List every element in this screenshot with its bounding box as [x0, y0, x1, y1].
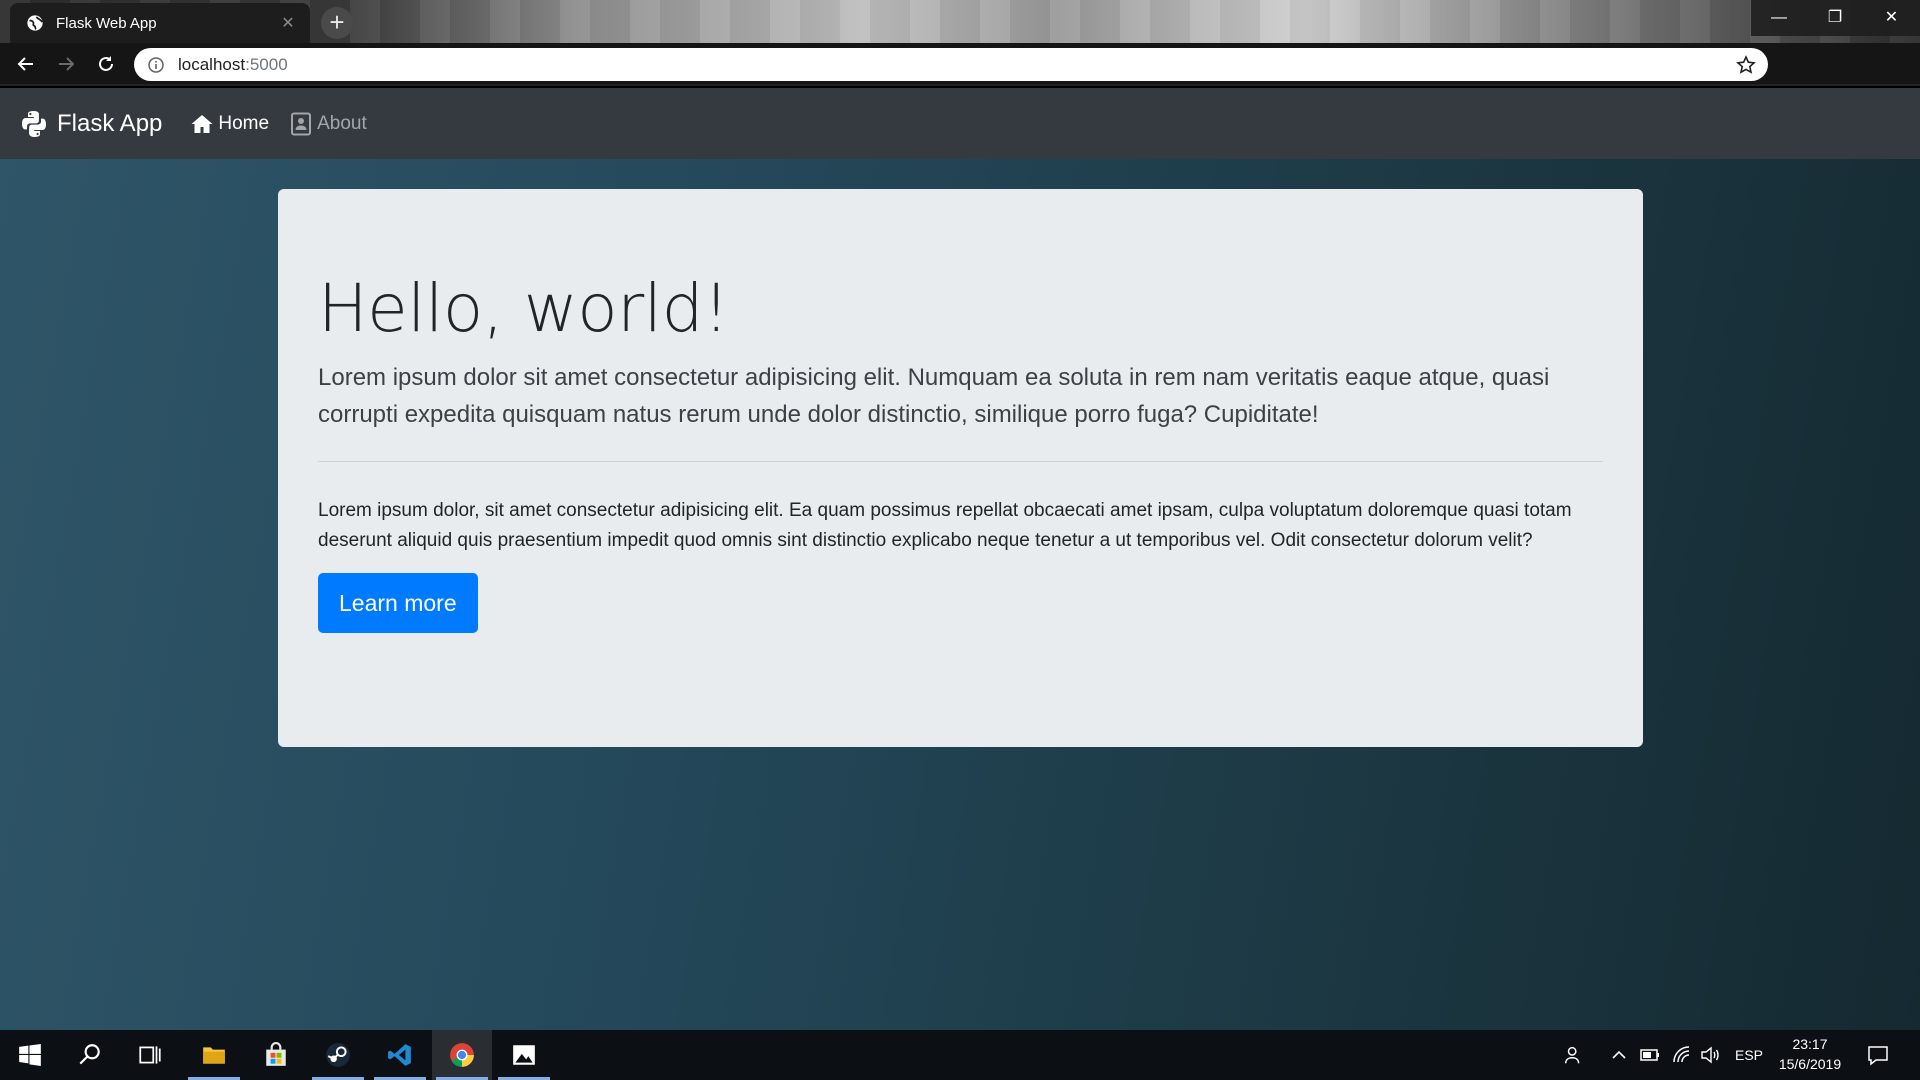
- action-center-icon[interactable]: [1867, 1044, 1889, 1066]
- jumbotron-heading: Hello, world!: [318, 270, 729, 347]
- browser-tab-strip: Flask Web App ✕ + — ❐ ✕: [0, 0, 1920, 43]
- windows-logo-icon: [19, 1043, 41, 1067]
- search-button[interactable]: [60, 1030, 120, 1080]
- start-button[interactable]: [0, 1030, 60, 1080]
- jumbotron-body: Lorem ipsum dolor, sit amet consectetur …: [318, 500, 1572, 551]
- minimize-button[interactable]: —: [1751, 0, 1807, 36]
- bookmark-star-icon[interactable]: [1736, 54, 1756, 75]
- vscode-icon: [388, 1044, 411, 1066]
- nav-label-about: About: [317, 112, 367, 134]
- new-tab-button[interactable]: +: [321, 7, 353, 39]
- home-icon: [191, 114, 213, 133]
- steam-icon: [326, 1043, 350, 1067]
- chrome-button[interactable]: [432, 1030, 492, 1080]
- battery-icon[interactable]: [1640, 1046, 1660, 1064]
- file-explorer-button[interactable]: [184, 1030, 244, 1080]
- arrow-left-icon: [17, 56, 33, 71]
- forward-button[interactable]: [46, 44, 86, 84]
- clock-time: 23:17: [1792, 1036, 1828, 1052]
- python-logo-icon: [22, 110, 46, 137]
- url-text[interactable]: localhost:5000: [178, 55, 1736, 75]
- learn-more-button[interactable]: Learn more: [318, 573, 478, 634]
- arrow-right-icon: [59, 56, 75, 71]
- nav-label-home: Home: [218, 112, 270, 134]
- jumbotron: Hello, world! Lorem ipsum dolor sit amet…: [278, 189, 1643, 747]
- wifi-icon[interactable]: [1672, 1045, 1692, 1065]
- info-icon[interactable]: [148, 56, 164, 73]
- reload-button[interactable]: [86, 44, 126, 84]
- photos-icon: [513, 1045, 535, 1065]
- brand-link[interactable]: Flask App: [19, 109, 162, 139]
- store-bag-icon: [266, 1042, 286, 1066]
- address-bar[interactable]: localhost:5000: [134, 48, 1768, 81]
- store-button[interactable]: [246, 1030, 306, 1080]
- task-view-button[interactable]: [120, 1030, 180, 1080]
- tab-title: Flask Web App: [56, 14, 157, 32]
- globe-icon: [27, 15, 44, 31]
- tab-close-icon[interactable]: ✕: [278, 13, 298, 33]
- page-viewport: Flask App Home About Hello, world! Lorem…: [0, 88, 1920, 1030]
- task-view-icon: [139, 1046, 161, 1064]
- browser-tab[interactable]: Flask Web App ✕: [10, 3, 310, 43]
- people-icon[interactable]: [1563, 1044, 1585, 1066]
- url-host: localhost: [178, 54, 246, 74]
- photos-button[interactable]: [494, 1030, 554, 1080]
- site-navbar: Flask App Home About: [0, 88, 1920, 159]
- volume-icon[interactable]: [1700, 1045, 1720, 1065]
- windows-taskbar: ESP: [0, 1030, 1920, 1080]
- restore-button[interactable]: ❐: [1807, 0, 1863, 36]
- url-port: :5000: [245, 54, 288, 74]
- taskbar-clock[interactable]: 23:17 15/6/2019: [1770, 1034, 1850, 1074]
- back-button[interactable]: [6, 44, 46, 84]
- search-icon: [79, 1044, 100, 1065]
- vscode-button[interactable]: [370, 1030, 430, 1080]
- jumbotron-divider: [318, 461, 1603, 463]
- steam-button[interactable]: [308, 1030, 368, 1080]
- nav-item-home[interactable]: Home: [190, 112, 269, 136]
- close-window-button[interactable]: ✕: [1863, 0, 1920, 36]
- browser-toolbar: localhost:5000: [0, 43, 1920, 118]
- chevron-up-icon[interactable]: [1611, 1047, 1627, 1063]
- chrome-icon: [450, 1043, 474, 1067]
- clock-date: 15/6/2019: [1778, 1056, 1842, 1072]
- contact-card-icon: [291, 112, 312, 135]
- jumbotron-lead: Lorem ipsum dolor sit amet consectetur a…: [318, 363, 1550, 429]
- reload-icon: [99, 55, 113, 71]
- nav-item-about[interactable]: About: [289, 112, 367, 136]
- folder-icon: [203, 1047, 225, 1064]
- brand-text: Flask App: [57, 109, 163, 137]
- language-indicator[interactable]: ESP: [1735, 1047, 1763, 1063]
